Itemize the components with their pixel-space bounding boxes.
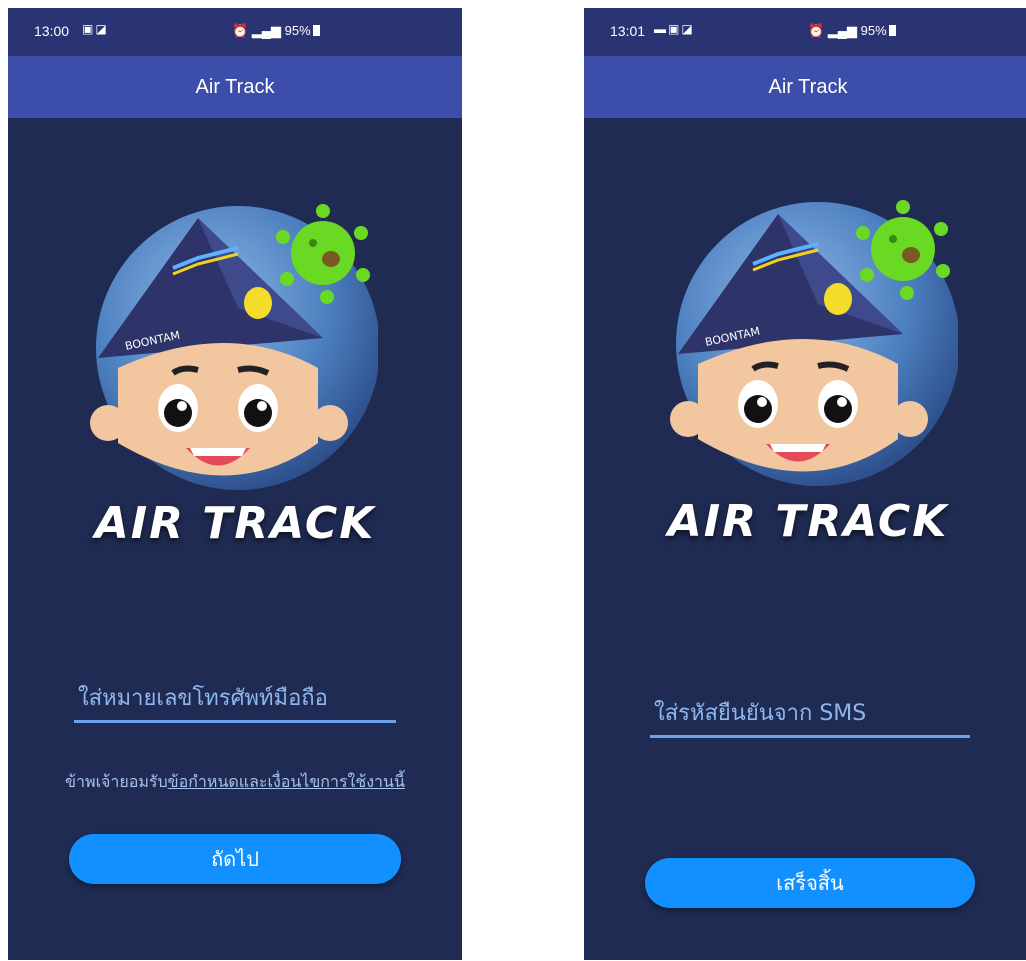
status-system-icons: ⏰ ▂▄▆ 95% <box>808 23 896 39</box>
alarm-icon: ⏰ <box>808 23 825 38</box>
finish-button[interactable]: เสร็จสิ้น <box>645 858 975 908</box>
message-icon: ▬ <box>654 22 668 36</box>
otp-input[interactable] <box>650 691 978 735</box>
signal-icon: ▂▄▆ <box>827 23 858 38</box>
phone-screen-otp: 13:01 ▬▣◪ ⏰ ▂▄▆ 95% Air Track BOONTAM AI… <box>584 8 1026 960</box>
phone-screen-login: 13:00 ▣◪ ⏰ ▂▄▆ 95% Air Track BOONTAM AIR… <box>8 8 462 960</box>
gallery-icon: ▣ <box>82 22 96 36</box>
app-title: Air Track <box>584 56 1026 118</box>
phone-number-field <box>74 676 404 723</box>
brand-wordmark: AIR TRACK <box>667 496 949 547</box>
next-button[interactable]: ถัดไป <box>69 834 401 884</box>
cast-icon: ◪ <box>95 22 109 36</box>
cast-icon: ◪ <box>681 22 695 36</box>
phone-number-input[interactable] <box>74 676 404 720</box>
status-time: 13:00 <box>34 23 70 39</box>
battery-level: 95% <box>860 23 887 38</box>
signal-icon: ▂▄▆ <box>251 23 282 38</box>
status-notification-icons: ▬▣◪ <box>654 22 695 36</box>
alarm-icon: ⏰ <box>232 23 249 38</box>
battery-level: 95% <box>284 23 311 38</box>
brand-wordmark: AIR TRACK <box>94 498 376 549</box>
status-bar: 13:01 ▬▣◪ ⏰ ▂▄▆ 95% <box>584 8 1026 56</box>
mascot-logo: BOONTAM <box>670 200 958 486</box>
status-time: 13:01 <box>610 23 646 39</box>
terms-prefix: ข้าพเจ้ายอมรับ <box>65 772 168 791</box>
status-notification-icons: ▣◪ <box>82 22 109 36</box>
status-system-icons: ⏰ ▂▄▆ 95% <box>232 23 320 39</box>
status-bar: 13:00 ▣◪ ⏰ ▂▄▆ 95% <box>8 8 462 56</box>
otp-field <box>650 691 978 738</box>
battery-icon <box>888 25 896 36</box>
mascot-logo: BOONTAM <box>90 204 378 490</box>
battery-icon <box>312 25 320 36</box>
terms-link[interactable]: ข้อกำหนดและเงื่อนไขการใช้งานนี้ <box>168 772 405 791</box>
gallery-icon: ▣ <box>668 22 682 36</box>
terms-text: ข้าพเจ้ายอมรับข้อกำหนดและเงื่อนไขการใช้ง… <box>8 770 462 795</box>
app-title: Air Track <box>8 56 462 118</box>
